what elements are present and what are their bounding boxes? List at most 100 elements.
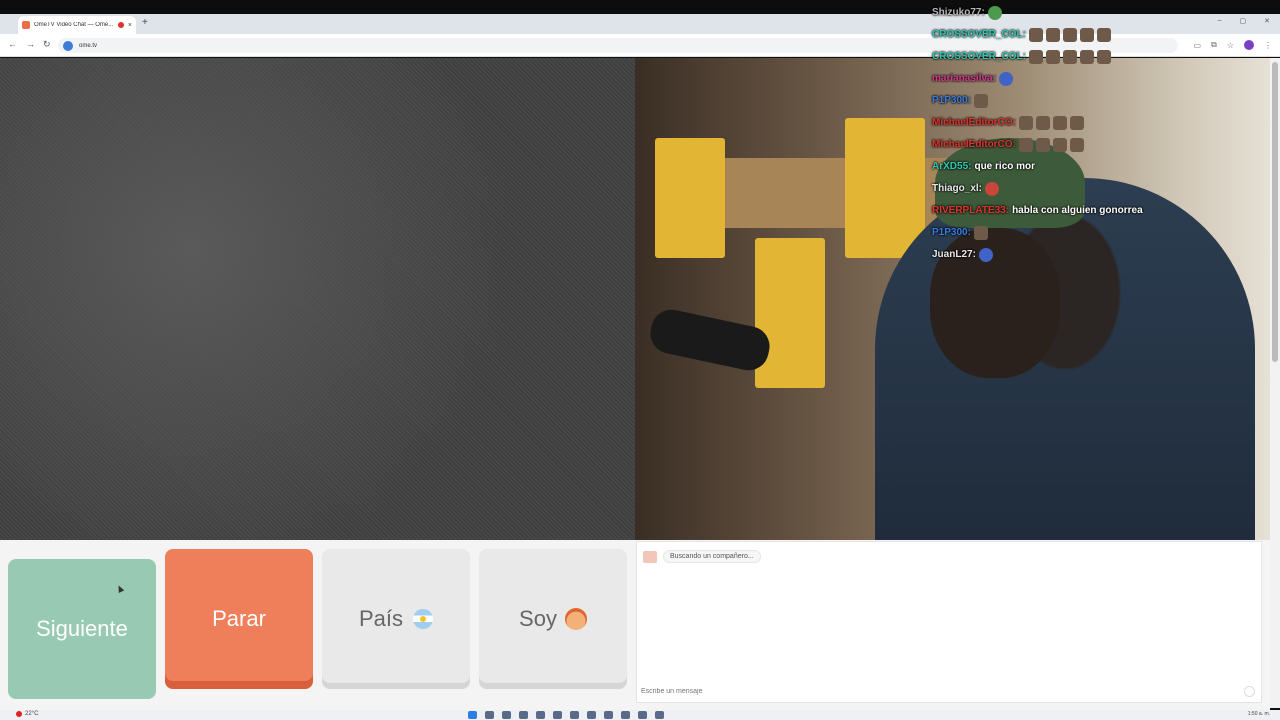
browser-tab[interactable]: OmeTV Video Chat — Ome... × <box>18 16 136 34</box>
overlay-chat-line: MichaelEditorCO: <box>932 114 1143 132</box>
chair-shape <box>845 118 925 258</box>
overlay-chat-line: JuanL27: <box>932 246 1143 264</box>
status-row: Buscando un compañero... <box>643 550 761 563</box>
menu-kebab-icon[interactable]: ⋮ <box>1264 41 1272 50</box>
app-icon[interactable] <box>621 711 630 719</box>
os-taskbar: 22°C 1:50 a. m. <box>0 710 1280 720</box>
overlay-chat-line: marianasilva: <box>932 70 1143 88</box>
overlay-username: MichaelEditorCO: <box>932 117 1016 128</box>
gender-label: Soy <box>519 606 557 631</box>
bookmark-star-icon[interactable]: ☆ <box>1227 41 1234 50</box>
app-icon[interactable] <box>655 711 664 719</box>
text-chat-panel: Buscando un compañero... <box>636 541 1262 703</box>
ometv-logo-icon <box>643 550 657 563</box>
stream-chat-overlay: Shizuko77: CROSSOVER_COL: CROSSOVER_COL:ma… <box>932 4 1143 264</box>
forward-arrow-icon[interactable]: → <box>26 39 35 49</box>
overlay-chat-line: P1P300: <box>932 92 1143 110</box>
stop-button[interactable]: Parar <box>165 549 313 689</box>
partner-video <box>0 58 635 540</box>
emote-icon <box>998 72 1013 86</box>
emote-icon <box>1062 28 1077 42</box>
search-icon[interactable] <box>485 711 494 719</box>
overlay-username: JuanL27: <box>932 249 976 260</box>
maximize-button[interactable]: ▢ <box>1240 17 1247 25</box>
country-label: País <box>358 606 404 631</box>
emote-icon <box>1069 116 1084 130</box>
emote-icon <box>1028 28 1043 42</box>
emote-icon <box>1096 50 1111 64</box>
app-icon[interactable] <box>570 711 579 719</box>
emote-icon <box>1062 50 1077 64</box>
system-clock[interactable]: 1:50 a. m. <box>1248 711 1270 717</box>
searching-status: Buscando un compañero... <box>663 550 761 563</box>
overlay-username: P1P300: <box>932 227 971 238</box>
stop-label: Parar <box>212 606 266 631</box>
app-icon[interactable] <box>587 711 596 719</box>
start-windows-icon[interactable] <box>468 711 477 719</box>
overlay-chat-line: ArXD55: que rico mor <box>932 158 1143 176</box>
emoji-icon[interactable] <box>1244 686 1255 697</box>
overlay-chat-line: MichaelEditorCO: <box>932 136 1143 154</box>
taskview-icon[interactable] <box>502 711 511 719</box>
next-label: Siguiente <box>36 616 128 641</box>
weather-icon <box>16 711 22 717</box>
emote-icon <box>985 182 1000 196</box>
gender-button[interactable]: Soy <box>479 549 627 689</box>
emote-icon <box>1018 116 1033 130</box>
cast-icon[interactable]: ▭ <box>1194 41 1202 50</box>
close-window-button[interactable]: ✕ <box>1264 17 1270 25</box>
overlay-message: habla con alguien gonorrea <box>1012 205 1143 216</box>
tab-title: OmeTV Video Chat — Ome... <box>34 22 114 28</box>
minimize-button[interactable]: – <box>1218 17 1222 25</box>
taskbar-apps <box>468 711 664 719</box>
new-tab-button[interactable]: + <box>142 17 148 28</box>
emote-icon <box>987 6 1002 20</box>
controls-bar: Siguiente Parar País Soy Buscando un com… <box>0 540 1270 710</box>
emote-icon <box>1018 138 1033 152</box>
emote-icon <box>973 94 988 108</box>
app-icon[interactable] <box>604 711 613 719</box>
overlay-username: P1P300: <box>932 95 971 106</box>
overlay-username: marianasilva: <box>932 73 996 84</box>
url-text: ome.tv <box>79 42 98 49</box>
app-icon[interactable] <box>638 711 647 719</box>
chair-shape <box>755 238 825 388</box>
chair-shape <box>655 138 725 258</box>
back-arrow-icon[interactable]: ← <box>8 39 17 49</box>
toolbar-icons: ▭ ⧉ ☆ ⋮ <box>1194 40 1272 50</box>
overlay-username: CROSSOVER_COL: <box>932 51 1026 62</box>
emote-icon <box>1052 116 1067 130</box>
app-icon[interactable] <box>536 711 545 719</box>
emote-icon <box>973 226 988 240</box>
app-icon[interactable] <box>519 711 528 719</box>
close-tab-icon[interactable]: × <box>128 22 132 29</box>
emote-icon <box>1052 138 1067 152</box>
next-button[interactable]: Siguiente <box>8 559 156 699</box>
emote-icon <box>1079 28 1094 42</box>
app-icon[interactable] <box>553 711 562 719</box>
message-input[interactable] <box>641 684 1231 698</box>
country-button[interactable]: País <box>322 549 470 689</box>
window-controls: – ▢ ✕ <box>1218 17 1270 25</box>
site-info-icon[interactable] <box>63 40 73 51</box>
profile-avatar[interactable] <box>1244 40 1254 50</box>
emote-icon <box>1035 116 1050 130</box>
boy-face-icon <box>564 608 587 630</box>
overlay-username: CROSSOVER_COL: <box>932 29 1026 40</box>
emote-icon <box>1069 138 1084 152</box>
scrollbar-thumb[interactable] <box>1272 62 1278 362</box>
overlay-chat-line: P1P300: <box>932 224 1143 242</box>
emote-icon <box>1035 138 1050 152</box>
overlay-chat-line: Shizuko77: <box>932 4 1143 22</box>
reload-icon[interactable]: ↻ <box>43 39 51 50</box>
overlay-username: ArXD55: <box>932 161 972 172</box>
weather-temp: 22°C <box>25 711 39 717</box>
overlay-message: que rico mor <box>974 161 1036 172</box>
translate-icon[interactable]: ⧉ <box>1211 40 1217 50</box>
weather-widget[interactable]: 22°C <box>16 711 38 717</box>
overlay-username: MichaelEditorCO: <box>932 139 1016 150</box>
emote-icon <box>1079 50 1094 64</box>
emote-icon <box>1096 28 1111 42</box>
overlay-chat-line: Thiago_xl: <box>932 180 1143 198</box>
emote-icon <box>1028 50 1043 64</box>
